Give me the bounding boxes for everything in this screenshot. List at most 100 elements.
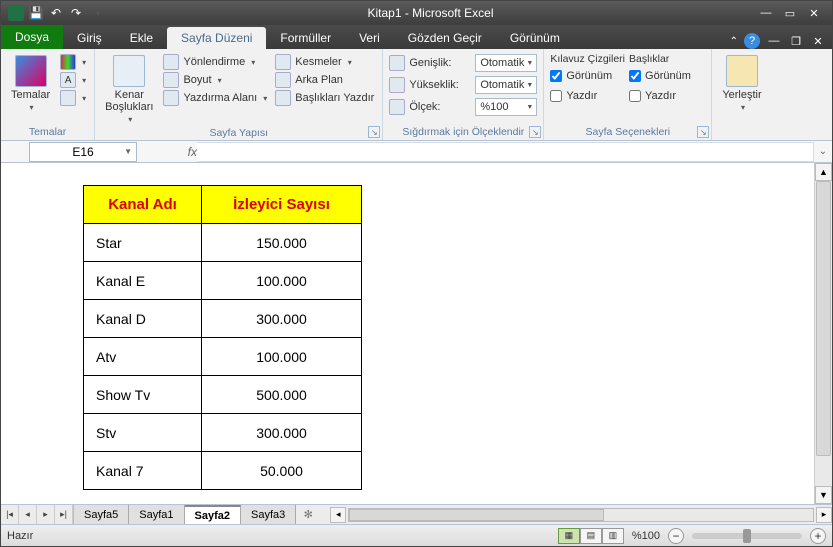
table-cell[interactable]: 300.000 (202, 300, 362, 338)
table-cell[interactable]: 100.000 (202, 338, 362, 376)
tab-formüller[interactable]: Formüller (266, 27, 345, 49)
workbook-minimize-button[interactable]: — (766, 34, 782, 48)
print-area-button[interactable]: Yazdırma Alanı▾ (161, 89, 269, 107)
maximize-button[interactable]: ▭ (780, 5, 800, 21)
margins-icon (113, 55, 145, 87)
zoom-in-button[interactable]: + (810, 528, 826, 544)
table-cell[interactable]: 150.000 (202, 224, 362, 262)
page-break-view-button[interactable]: ▥ (602, 528, 624, 544)
title-bar: 💾 ↶ ↷ ▾ Kitap1 - Microsoft Excel — ▭ ✕ (1, 1, 832, 25)
table-row[interactable]: Show Tv500.000 (84, 376, 362, 414)
arrange-button[interactable]: Yerleştir ▾ (718, 53, 765, 114)
width-combo[interactable]: Otomatik (475, 54, 537, 72)
vertical-scrollbar[interactable]: ▲ ▼ (814, 163, 832, 504)
hscroll-left-button[interactable]: ◂ (330, 507, 346, 523)
tab-veri[interactable]: Veri (345, 27, 394, 49)
table-row[interactable]: Kanal E100.000 (84, 262, 362, 300)
workbook-close-button[interactable]: ✕ (810, 34, 826, 48)
close-button[interactable]: ✕ (804, 5, 824, 21)
background-button[interactable]: Arka Plan (273, 71, 376, 89)
headings-print-checkbox[interactable]: Yazdır (629, 87, 691, 105)
table-cell[interactable]: Kanal D (84, 300, 202, 338)
table-cell[interactable]: Stv (84, 414, 202, 452)
height-combo[interactable]: Otomatik (475, 76, 537, 94)
zoom-level[interactable]: %100 (632, 530, 660, 542)
scale-dialog-launcher[interactable]: ↘ (529, 126, 541, 138)
theme-colors-button[interactable]: ▾ (58, 53, 88, 71)
theme-fonts-button[interactable]: A▾ (58, 71, 88, 89)
table-cell[interactable]: Show Tv (84, 376, 202, 414)
scroll-thumb[interactable] (816, 181, 831, 456)
sheet-tab-sayfa2[interactable]: Sayfa2 (185, 505, 241, 524)
tab-görünüm[interactable]: Görünüm (496, 27, 574, 49)
page-layout-view-button[interactable]: ▤ (580, 528, 602, 544)
tab-file[interactable]: Dosya (1, 25, 63, 49)
size-button[interactable]: Boyut▾ (161, 71, 269, 89)
minimize-button[interactable]: — (756, 5, 776, 21)
gridlines-print-checkbox[interactable]: Yazdır (550, 87, 625, 105)
zoom-out-button[interactable]: − (668, 528, 684, 544)
scroll-up-button[interactable]: ▲ (815, 163, 832, 181)
horizontal-scrollbar[interactable]: ◂ ▸ (330, 505, 832, 524)
table-cell[interactable]: 300.000 (202, 414, 362, 452)
headings-view-checkbox[interactable]: Görünüm (629, 67, 691, 85)
tab-gözden-geçir[interactable]: Gözden Geçir (394, 27, 496, 49)
undo-icon[interactable]: ↶ (47, 4, 65, 22)
sheet-tab-sayfa5[interactable]: Sayfa5 (74, 505, 129, 524)
sheet-nav-next[interactable]: ▸ (37, 505, 55, 524)
formula-input[interactable] (197, 142, 814, 162)
table-row[interactable]: Stv300.000 (84, 414, 362, 452)
breaks-button[interactable]: Kesmeler▾ (273, 53, 376, 71)
hscroll-thumb[interactable] (349, 509, 604, 521)
sheet-tab-sayfa3[interactable]: Sayfa3 (241, 505, 296, 524)
help-icon[interactable]: ? (744, 33, 760, 49)
normal-view-button[interactable]: ▦ (558, 528, 580, 544)
worksheet-area[interactable]: Kanal Adıİzleyici Sayısı Star150.000Kana… (1, 163, 832, 504)
table-cell[interactable]: Kanal 7 (84, 452, 202, 490)
table-row[interactable]: Kanal D300.000 (84, 300, 362, 338)
print-titles-button[interactable]: Başlıkları Yazdır (273, 89, 376, 107)
name-box[interactable]: E16 (29, 142, 137, 162)
sheet-nav-first[interactable]: |◂ (1, 505, 19, 524)
orientation-icon (163, 54, 179, 70)
page-setup-dialog-launcher[interactable]: ↘ (368, 126, 380, 138)
new-sheet-button[interactable]: ✻ (296, 505, 320, 524)
group-themes: Temalar ▾ ▾ A▾ ▾ Temalar (1, 49, 95, 140)
sheet-tab-sayfa1[interactable]: Sayfa1 (129, 505, 184, 524)
table-cell[interactable]: 100.000 (202, 262, 362, 300)
sheet-nav-last[interactable]: ▸| (55, 505, 73, 524)
table-row[interactable]: Atv100.000 (84, 338, 362, 376)
table-cell[interactable]: Atv (84, 338, 202, 376)
save-icon[interactable]: 💾 (27, 4, 45, 22)
scale-spinner[interactable]: %100 (475, 98, 537, 116)
gridlines-view-checkbox[interactable]: Görünüm (550, 67, 625, 85)
margins-button[interactable]: Kenar Boşlukları ▾ (101, 53, 157, 126)
width-icon (389, 55, 405, 71)
table-cell[interactable]: Kanal E (84, 262, 202, 300)
formula-bar-expand-icon[interactable]: ⌄ (814, 146, 832, 157)
tab-sayfa-düzeni[interactable]: Sayfa Düzeni (167, 27, 266, 49)
zoom-slider[interactable] (692, 533, 802, 539)
scale-icon (389, 99, 405, 115)
tab-giriş[interactable]: Giriş (63, 27, 116, 49)
ribbon-minimize-icon[interactable]: ⌃ (730, 36, 738, 47)
table-row[interactable]: Star150.000 (84, 224, 362, 262)
scroll-down-button[interactable]: ▼ (815, 486, 832, 504)
fx-icon[interactable]: fx (188, 145, 197, 159)
orientation-button[interactable]: Yönlendirme▾ (161, 53, 269, 71)
tab-ekle[interactable]: Ekle (116, 27, 167, 49)
workbook-restore-button[interactable]: ❐ (788, 34, 804, 48)
themes-button[interactable]: Temalar ▾ (7, 53, 54, 114)
sheet-options-dialog-launcher[interactable]: ↘ (697, 126, 709, 138)
sheet-nav-prev[interactable]: ◂ (19, 505, 37, 524)
table-cell[interactable]: Star (84, 224, 202, 262)
table-row[interactable]: Kanal 750.000 (84, 452, 362, 490)
table-cell[interactable]: 50.000 (202, 452, 362, 490)
table-cell[interactable]: 500.000 (202, 376, 362, 414)
qat-dropdown-icon[interactable]: ▾ (89, 4, 107, 22)
theme-effects-button[interactable]: ▾ (58, 89, 88, 107)
redo-icon[interactable]: ↷ (67, 4, 85, 22)
ribbon-tabs: Dosya GirişEkleSayfa DüzeniFormüllerVeri… (1, 25, 832, 49)
excel-logo-icon[interactable] (7, 4, 25, 22)
hscroll-right-button[interactable]: ▸ (816, 507, 832, 523)
